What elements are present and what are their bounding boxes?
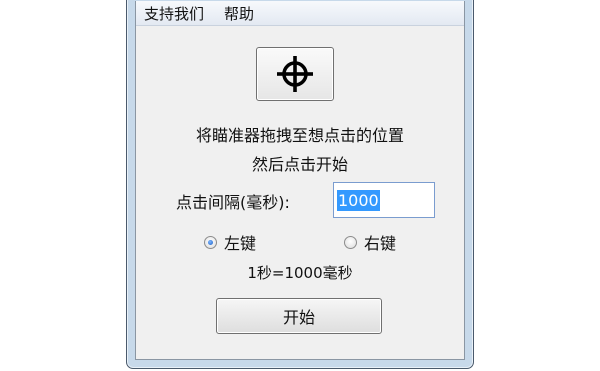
- radio-checked-icon[interactable]: [204, 235, 217, 249]
- radio-right-button[interactable]: 右键: [344, 230, 396, 254]
- crosshair-icon[interactable]: [275, 54, 315, 94]
- unit-note: 1秒=1000毫秒: [247, 264, 353, 282]
- menu-support-us[interactable]: 支持我们: [144, 3, 204, 24]
- radio-left-button[interactable]: 左键: [204, 230, 256, 254]
- crosshair-target-button[interactable]: [256, 47, 334, 101]
- interval-input[interactable]: 1000: [333, 182, 435, 218]
- interval-label: 点击间隔(毫秒):: [176, 193, 290, 212]
- start-button[interactable]: 开始: [216, 298, 382, 334]
- menu-help[interactable]: 帮助: [224, 3, 254, 24]
- instruction-line-2: 然后点击开始: [251, 155, 348, 174]
- radio-unchecked-icon[interactable]: [344, 235, 357, 249]
- window-client: 支持我们 帮助 将瞄准器拖拽至想点击的位置 然后点击开始 点击间隔(毫秒): 1…: [135, 1, 465, 360]
- menu-bar: 支持我们 帮助: [136, 1, 464, 26]
- interval-value: 1000: [337, 189, 380, 211]
- app-window: 支持我们 帮助 将瞄准器拖拽至想点击的位置 然后点击开始 点击间隔(毫秒): 1…: [126, 0, 474, 369]
- radio-left-label: 左键: [224, 234, 257, 253]
- radio-right-label: 右键: [364, 234, 397, 253]
- instruction-line-1: 将瞄准器拖拽至想点击的位置: [195, 126, 404, 145]
